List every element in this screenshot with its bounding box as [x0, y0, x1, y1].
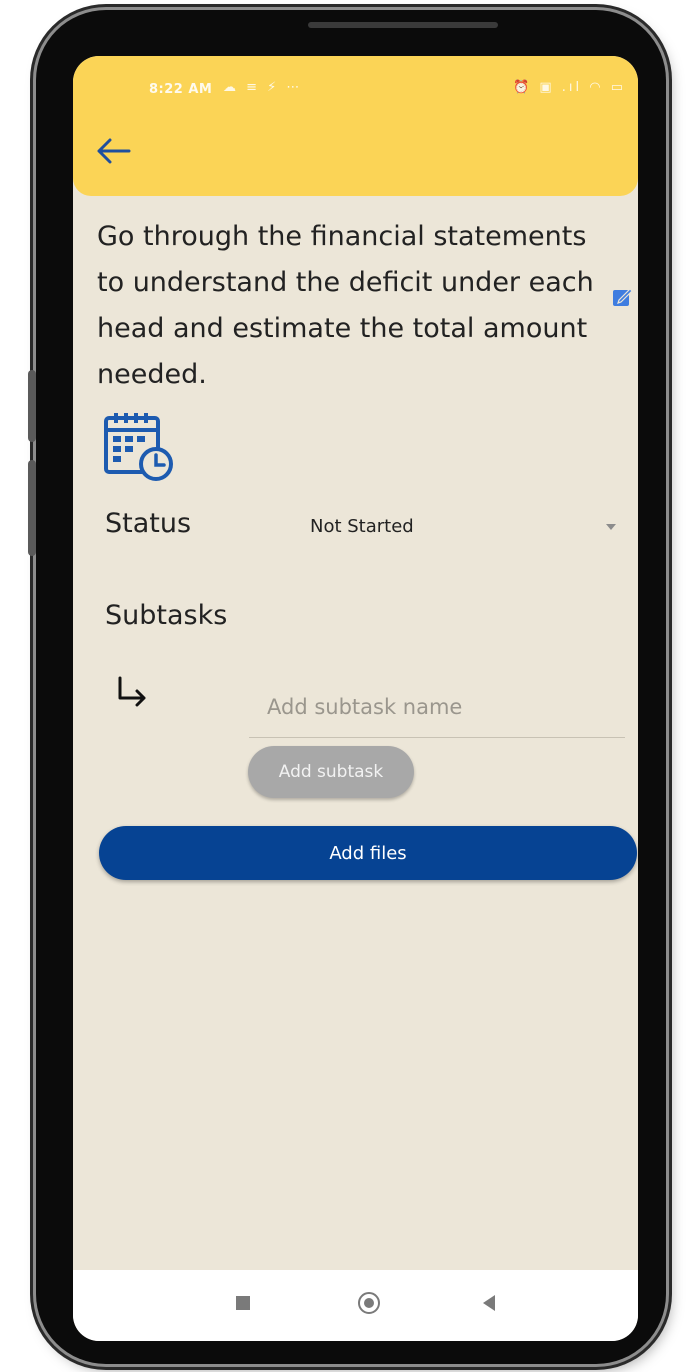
status-notification-icons: ☁ ≡ ⚡ ⋯ — [223, 80, 303, 95]
subtasks-heading: Subtasks — [105, 600, 228, 631]
back-arrow-icon — [97, 138, 131, 164]
status-time: 8:22 AM — [149, 82, 213, 97]
calendar-clock-icon — [104, 413, 173, 481]
recents-square-icon[interactable] — [236, 1296, 250, 1310]
status-selected-value: Not Started — [310, 516, 414, 537]
edit-icon — [613, 288, 633, 306]
dropdown-arrow-icon — [606, 524, 616, 530]
phone-speaker — [308, 22, 498, 28]
app-bar: 8:22 AM ☁ ≡ ⚡ ⋯ ⏰ ▣ .ıl ◠ ▭ — [73, 56, 638, 196]
subtask-name-input[interactable] — [249, 676, 625, 738]
status-system-icons: ⏰ ▣ .ıl ◠ ▭ — [513, 80, 626, 95]
subtask-arrow — [116, 676, 150, 710]
home-circle-icon[interactable] — [358, 1292, 380, 1314]
status-dropdown[interactable]: Not Started — [308, 506, 628, 546]
add-files-button[interactable]: Add files — [99, 826, 637, 880]
volume-up-button — [28, 370, 36, 442]
due-date-button[interactable] — [102, 410, 176, 486]
back-button[interactable] — [95, 136, 131, 166]
volume-down-button — [28, 460, 36, 556]
system-nav-bar — [73, 1270, 638, 1341]
add-subtask-button[interactable]: Add subtask — [248, 746, 414, 798]
back-triangle-icon[interactable] — [483, 1295, 495, 1311]
app-screen: 8:22 AM ☁ ≡ ⚡ ⋯ ⏰ ▣ .ıl ◠ ▭ Go through t… — [73, 56, 638, 1341]
edit-task-button[interactable] — [611, 286, 633, 308]
task-description: Go through the financial statements to u… — [97, 221, 594, 390]
subdirectory-arrow-icon — [118, 676, 146, 707]
home-dot — [364, 1298, 374, 1308]
status-label: Status — [105, 508, 192, 539]
